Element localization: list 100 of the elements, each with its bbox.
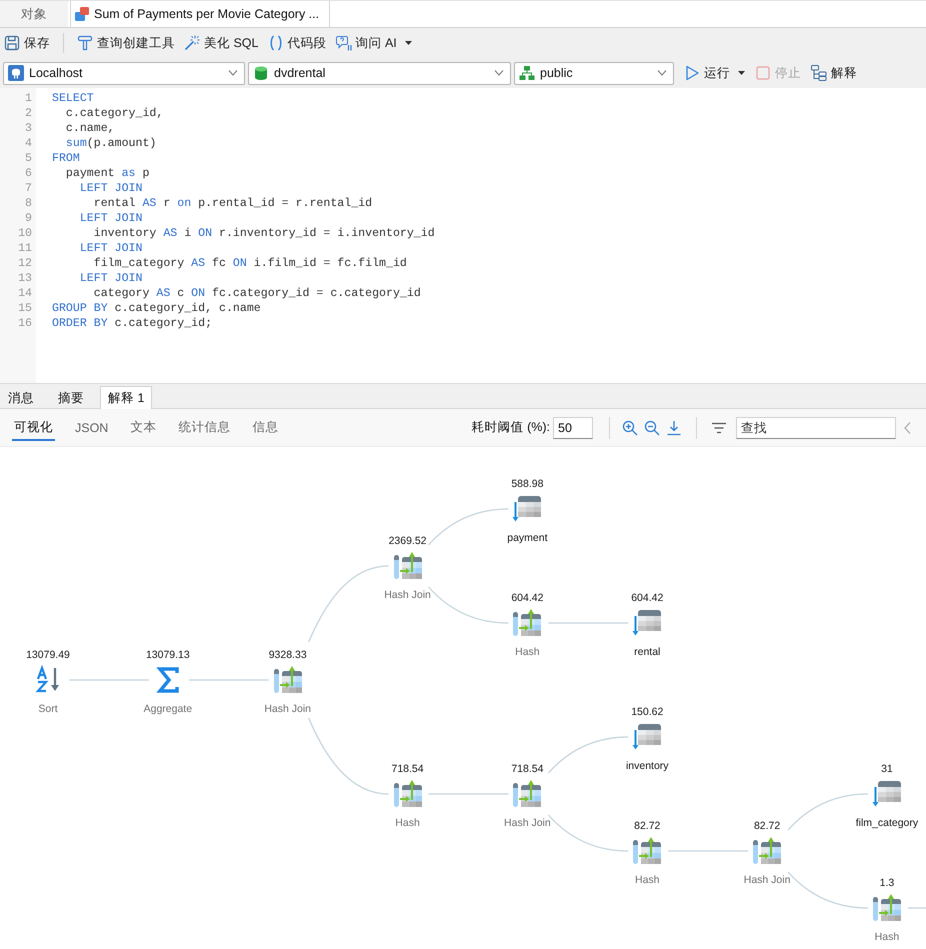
node-label: film_category: [856, 816, 918, 830]
code-line: film_category AS fc ON i.film_id = fc.film_id: [94, 256, 407, 271]
search-field[interactable]: 查找: [736, 416, 896, 438]
download-icon[interactable]: [666, 420, 682, 436]
code-line: LEFT JOIN: [80, 211, 142, 226]
chevron-left-icon[interactable]: [904, 422, 911, 434]
database-select[interactable]: dvdrental: [248, 62, 511, 84]
cost-label: 13079.49: [26, 648, 70, 662]
beautify-button[interactable]: 美化 SQL: [182, 32, 260, 54]
save-icon: [4, 35, 20, 51]
chevron-down-icon: [494, 70, 504, 76]
play-icon: [684, 65, 700, 81]
line-number: 5: [25, 151, 32, 166]
document-tab[interactable]: Sum of Payments per Movie Category ...: [70, 1, 330, 27]
code-line: LEFT JOIN: [80, 181, 142, 196]
view-tab[interactable]: JSON: [73, 416, 110, 440]
code-line: ORDER BY c.category_id;: [52, 316, 212, 331]
zoom-out-icon[interactable]: [644, 420, 660, 436]
code-line: inventory AS i ON r.inventory_id = i.inventory_id: [94, 226, 435, 241]
stop-icon: [755, 65, 771, 81]
code-line: LEFT JOIN: [80, 271, 142, 286]
line-number: 1: [25, 91, 32, 106]
snippet-button[interactable]: 代码段: [266, 32, 328, 54]
node-label: Hash: [515, 645, 540, 659]
threshold-label: 耗时阈值 (%):: [472, 419, 550, 436]
code-line: SELECT: [52, 91, 94, 106]
ask-ai-button[interactable]: 询问 AI: [334, 32, 414, 54]
line-number: 9: [25, 211, 32, 226]
node-label: Hash Join: [264, 702, 312, 716]
query-builder-button[interactable]: 查询创建工具: [75, 32, 177, 54]
node-label: payment: [507, 531, 548, 545]
cost-label: 718.54: [511, 762, 544, 776]
view-tab[interactable]: 信息: [250, 416, 280, 440]
view-tab[interactable]: 文本: [128, 416, 158, 440]
cost-label: 718.54: [391, 762, 424, 776]
cost-label: 2369.52: [388, 534, 427, 548]
node-label: Hash Join: [504, 816, 551, 830]
zoom-in-icon[interactable]: [622, 420, 638, 436]
line-number: 11: [18, 241, 32, 256]
cost-label: 82.72: [634, 819, 660, 833]
line-number: 16: [18, 316, 32, 331]
line-number: 2: [25, 106, 32, 121]
logo-tile-icon: [8, 65, 24, 81]
node-label: Sort: [38, 702, 58, 716]
t-square-icon: [77, 35, 93, 51]
line-number: 3: [25, 121, 32, 136]
node-label: Aggregate: [144, 702, 192, 716]
database-icon: [253, 65, 269, 81]
stacked-squares-icon: [74, 6, 90, 22]
node-label: Hash Join: [384, 588, 431, 602]
code-line: GROUP BY c.category_id, c.name: [52, 301, 261, 316]
cost-label: 150.62: [631, 705, 664, 719]
line-number: 14: [18, 286, 32, 301]
line-number: 13: [18, 271, 32, 286]
chat-bubble-icon: [336, 35, 352, 51]
boxes-tree-icon: [811, 65, 827, 81]
code-line: LEFT JOIN: [80, 241, 142, 256]
threshold-input[interactable]: 50: [553, 416, 593, 438]
node-label: rental: [634, 645, 660, 659]
document-tab[interactable]: 对象: [0, 1, 68, 27]
cost-label: 604.42: [631, 591, 664, 605]
line-number: 12: [18, 256, 32, 271]
run-button[interactable]: 运行: [682, 62, 747, 84]
code-line: FROM: [52, 151, 80, 166]
code-line: sum(p.amount): [66, 136, 156, 151]
cost-label: 604.42: [511, 591, 544, 605]
node-label: Hash: [874, 930, 900, 944]
explain-button[interactable]: 解释: [809, 62, 859, 84]
chevron-down-icon: [657, 70, 667, 76]
result-tab[interactable]: 摘要: [50, 386, 92, 409]
node-label: Hash: [395, 816, 420, 830]
line-number: 15: [18, 301, 32, 316]
node-label: Hash: [634, 873, 660, 887]
line-number: 10: [18, 226, 32, 241]
cost-label: 31: [881, 762, 893, 776]
node-label: inventory: [626, 759, 669, 773]
cost-label: 82.72: [754, 819, 780, 833]
code-line: rental AS r on p.rental_id = r.rental_id: [94, 196, 372, 211]
chevron-down-icon: [228, 70, 238, 76]
line-number: 7: [25, 181, 32, 196]
parentheses-icon: [268, 35, 284, 51]
view-tab[interactable]: 统计信息: [176, 416, 232, 440]
schema-select[interactable]: public: [514, 62, 674, 84]
line-number: 4: [25, 136, 32, 151]
node-label: Hash Join: [744, 873, 790, 887]
code-line: c.name,: [66, 121, 115, 136]
code-line: category AS c ON fc.category_id = c.category_id: [94, 286, 421, 301]
line-number: 8: [25, 196, 32, 211]
table-arrows-icon: [870, 892, 903, 924]
result-tab[interactable]: 消息: [0, 386, 42, 409]
cost-label: 1.3: [880, 876, 894, 890]
result-tab[interactable]: 解释 1: [100, 386, 152, 409]
connection-select[interactable]: Localhost: [3, 62, 245, 84]
cost-label: 9328.33: [268, 648, 307, 662]
save-button[interactable]: 保存: [2, 32, 52, 54]
cost-label: 588.98: [511, 477, 544, 491]
view-tab[interactable]: 可视化: [12, 416, 55, 440]
cost-label: 13079.13: [146, 648, 190, 662]
code-line: c.category_id,: [66, 106, 164, 121]
code-line: payment as p: [66, 166, 150, 181]
